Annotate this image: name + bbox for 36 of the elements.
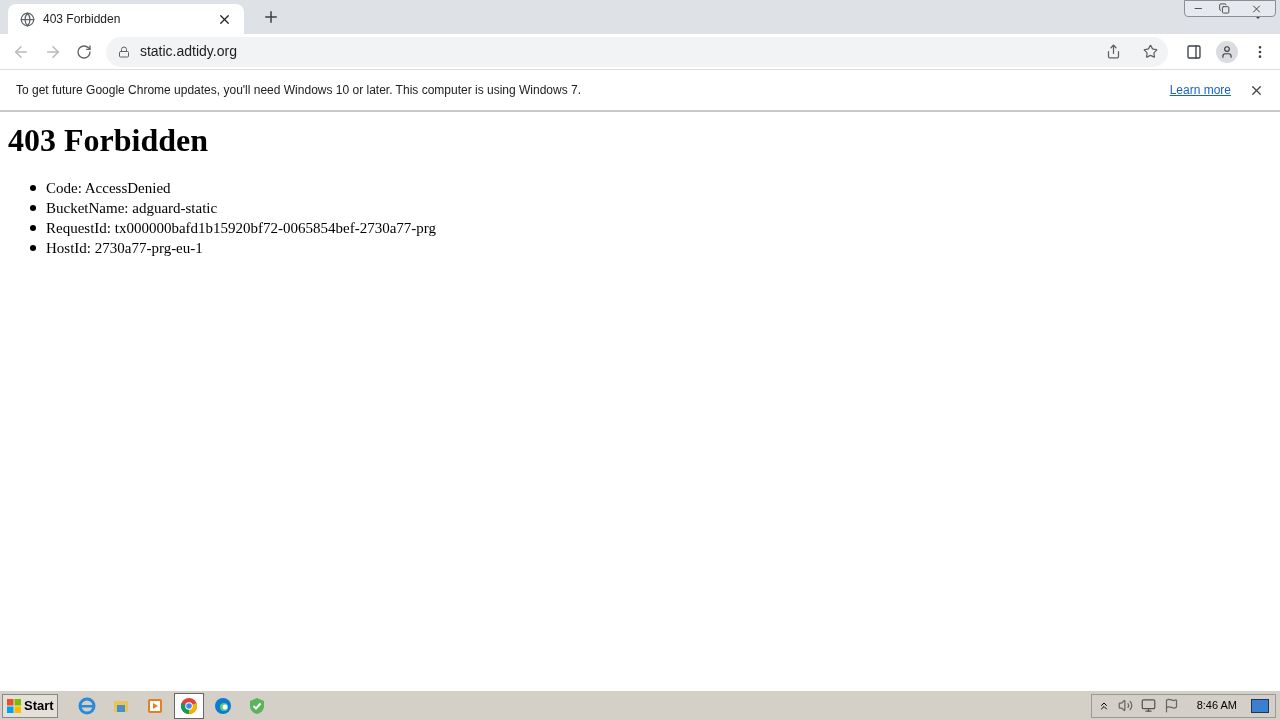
page-heading: 403 Forbidden [8, 121, 210, 160]
bullet-icon [30, 225, 36, 231]
tab-title: 403 Forbidden [43, 11, 122, 28]
share-icon[interactable] [1106, 44, 1122, 59]
new-tab-icon[interactable] [262, 8, 280, 26]
globe-icon [20, 11, 35, 27]
list-item: BucketName: adguard-static [46, 199, 218, 218]
browser-e-icon [77, 696, 96, 715]
show-desktop-icon[interactable] [1251, 698, 1269, 713]
speaker-icon[interactable] [1117, 698, 1133, 713]
taskbar-app-button[interactable] [173, 692, 204, 719]
bullet-icon [30, 185, 36, 191]
shield-icon [247, 696, 266, 715]
network-icon[interactable] [1140, 698, 1156, 713]
list-item: Code: AccessDenied [46, 179, 171, 198]
clock-time[interactable]: 8:46 AM [1196, 697, 1237, 714]
info-message: To get future Google Chrome updates, you'll need Windows 10 or later. This computer is using Windows 7. [16, 82, 583, 99]
url-text: static.adtidy.org [139, 42, 238, 61]
flag-icon[interactable] [1163, 698, 1179, 713]
address-bar[interactable]: static.adtidy.org [105, 36, 1169, 67]
list-item: RequestId: tx000000bafd1b15920bf72-0065854bef-2730a77-prg [46, 219, 437, 238]
chrome-icon [179, 696, 198, 715]
side-panel-icon[interactable] [1186, 43, 1203, 60]
windows-logo-icon [6, 697, 22, 714]
edge-icon [213, 696, 232, 715]
bookmark-star-icon[interactable] [1143, 44, 1159, 59]
play-icon [145, 696, 164, 715]
start-button[interactable]: Start [2, 693, 58, 718]
lock-icon [117, 45, 130, 58]
learn-more-link[interactable]: Learn more [1169, 81, 1231, 99]
reload-icon[interactable] [75, 43, 92, 60]
bullet-icon [30, 205, 36, 211]
browser-tab[interactable]: 403 Forbidden [8, 4, 244, 34]
bullet-icon [30, 245, 36, 251]
list-item: HostId: 2730a77-prg-eu-1 [46, 239, 203, 258]
profile-avatar[interactable] [1216, 40, 1239, 63]
